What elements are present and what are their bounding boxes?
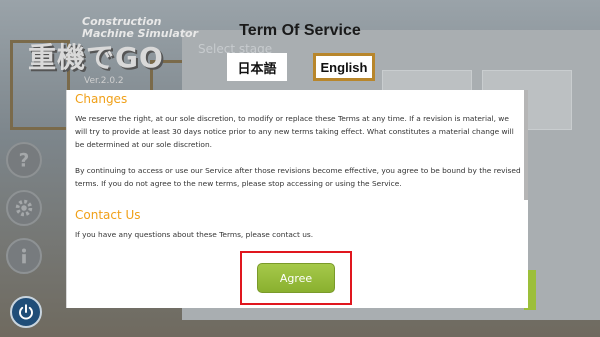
settings-icon	[15, 199, 33, 217]
settings-button[interactable]	[6, 190, 42, 226]
dialog-title: Term Of Service	[239, 22, 361, 39]
language-english-button[interactable]: English	[313, 53, 375, 81]
scrollbar[interactable]	[524, 90, 528, 200]
power-button[interactable]	[10, 296, 42, 328]
logo-title: 重機でGO	[28, 41, 164, 74]
game-logo: Construction Machine Simulator 重機でGO Ver…	[8, 6, 198, 87]
info-button[interactable]	[6, 238, 42, 274]
help-button[interactable]: ?	[6, 142, 42, 178]
section-heading-contact: Contact Us	[75, 208, 141, 222]
logo-version: Ver.2.0.2	[84, 76, 124, 86]
power-icon	[19, 304, 33, 320]
svg-text:?: ?	[19, 150, 30, 171]
info-icon	[21, 248, 27, 264]
agree-button[interactable]: Agree	[257, 263, 335, 293]
section-paragraph: By continuing to access or use our Servi…	[75, 166, 521, 188]
language-japanese-button[interactable]: 日本語	[227, 53, 287, 81]
help-icon: ?	[19, 150, 30, 171]
section-paragraph: If you have any questions about these Te…	[75, 230, 314, 239]
section-heading-changes: Changes	[75, 92, 128, 106]
section-paragraph: We reserve the right, at our sole discre…	[75, 114, 514, 149]
